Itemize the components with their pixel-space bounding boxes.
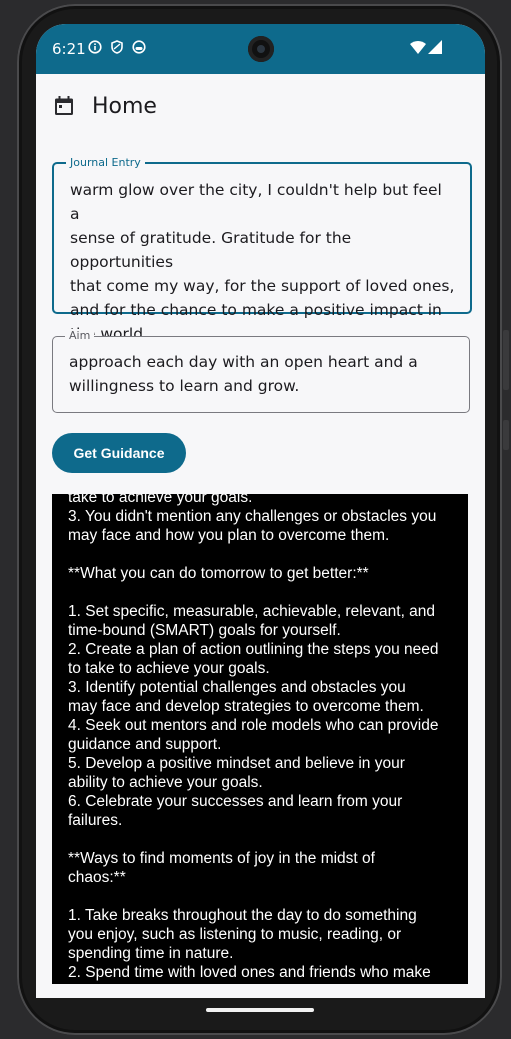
aim-field[interactable]: Aim approach each day with an open heart… [52,329,470,413]
signal-icon [428,40,442,54]
gesture-nav-bar[interactable] [206,1008,314,1012]
aim-text[interactable]: approach each day with an open heart and… [69,350,455,398]
get-guidance-button[interactable]: Get Guidance [52,433,186,473]
guidance-text: take to achieve your goals. 3. You didn'… [68,494,439,981]
face-icon [132,40,146,54]
app-bar: Home [36,74,485,138]
info-icon [88,40,102,54]
wifi-icon [410,41,426,54]
status-time: 6:21 [52,40,86,58]
power-button [503,420,509,450]
journal-entry-text[interactable]: warm glow over the city, I couldn't help… [70,178,456,346]
screen: 6:21 Home Journal Entry warm glow over t… [36,24,485,998]
guidance-output[interactable]: take to achieve your goals. 3. You didn'… [52,494,468,984]
journal-entry-label: Journal Entry [66,156,145,169]
journal-entry-field[interactable]: Journal Entry warm glow over the city, I… [52,156,472,343]
volume-button [503,330,509,390]
front-camera [248,36,274,62]
page-title: Home [92,94,157,119]
status-bar: 6:21 [36,24,485,74]
aim-label: Aim [65,329,95,342]
calendar-icon[interactable] [54,96,74,116]
shield-icon [111,40,123,54]
